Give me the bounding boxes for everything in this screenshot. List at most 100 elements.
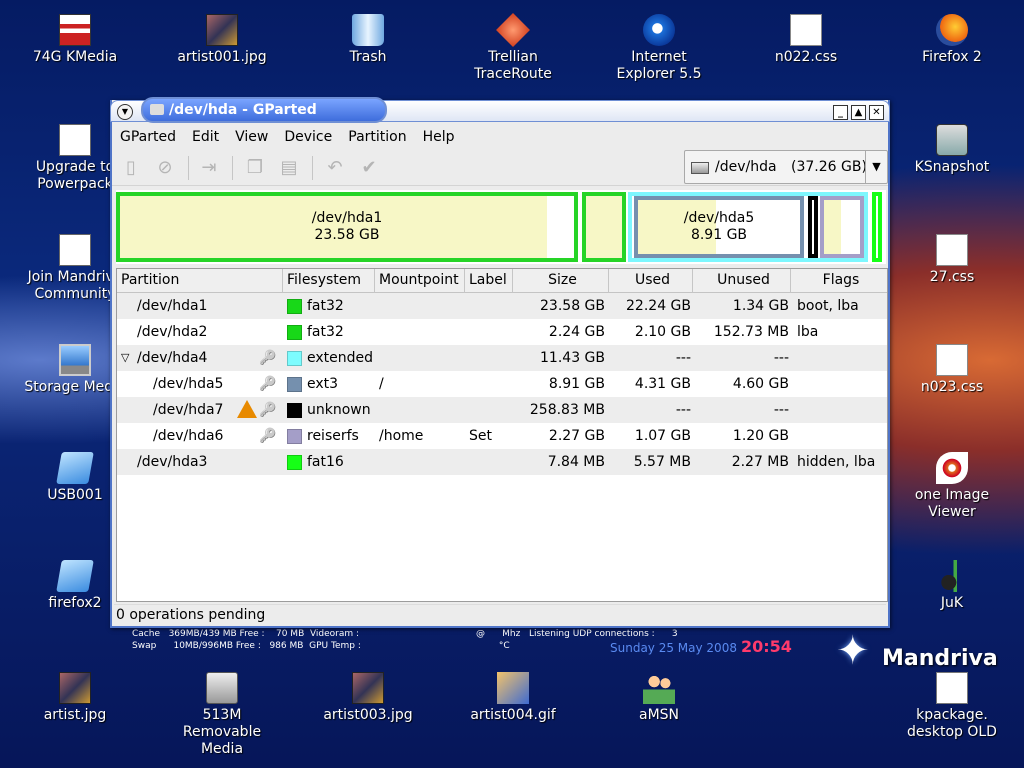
desktop-icon-artist003[interactable]: artist003.jpg [313, 672, 423, 724]
diskmap-hda4-extended[interactable]: /dev/hda5 8.91 GB [628, 192, 868, 262]
desktop-icon-artistjpg[interactable]: artist.jpg [20, 672, 130, 724]
clock-time: 20:54 [740, 637, 792, 656]
minimize-button[interactable]: _ [833, 105, 848, 120]
desktop-icon-label: one Image Viewer [914, 487, 990, 520]
desktop-icon-firefox[interactable]: Firefox 2 [897, 14, 1007, 66]
monitor-icon [59, 344, 91, 376]
diskmap-hda5[interactable]: /dev/hda5 8.91 GB [634, 196, 804, 258]
table-row[interactable]: /dev/hda2 fat32 2.24 GB 2.10 GB 152.73 MB lba [117, 319, 887, 345]
desktop-icon-label: Trash [349, 49, 387, 65]
flags: lba [797, 324, 819, 340]
device-selector[interactable]: /dev/hda (37.26 GB) ▼ [684, 150, 888, 184]
key-icon: 🔑 [259, 350, 277, 366]
maximize-button[interactable]: ▲ [851, 105, 866, 120]
desktop-icon-n023[interactable]: n023.css [897, 344, 1007, 396]
menu-help[interactable]: Help [415, 126, 463, 148]
photo-icon [206, 14, 238, 46]
desktop-icon-usb[interactable]: 74G KMedia [20, 14, 130, 66]
diskmap-hda1-size: 23.58 GB [314, 227, 380, 243]
photo-icon [352, 672, 384, 704]
desktop-icon-artist001[interactable]: artist001.jpg [167, 14, 277, 66]
table-row[interactable]: /dev/hda5 🔑 ext3 / 8.91 GB 4.31 GB 4.60 GB [117, 371, 887, 397]
usb-icon [59, 14, 91, 46]
table-row[interactable]: /dev/hda6 🔑 reiserfs/home Set 2.27 GB 1.07 GB… [117, 423, 887, 449]
folder-icon [56, 452, 94, 484]
size: 23.58 GB [540, 298, 605, 314]
menu-device[interactable]: Device [276, 126, 340, 148]
desktop-icon-label: 27.css [929, 269, 975, 285]
chevron-down-icon[interactable]: ▼ [865, 151, 887, 183]
table-row[interactable]: /dev/hda1 fat32 23.58 GB 22.24 GB 1.34 GB boo… [117, 293, 887, 319]
diskmap-hda2[interactable] [582, 192, 626, 262]
toolbar: ▯ ⊘ ⇥ ❐ ▤ ↶ ✔ /dev/hda (37.26 GB) ▼ [112, 150, 888, 186]
gparted-window: ▼ /dev/hda - GParted _ ▲ ✕ GParted Edit Vi… [110, 97, 890, 628]
status-bar: 0 operations pending [114, 604, 886, 624]
column-partition[interactable]: Partition [117, 269, 283, 293]
size: 2.24 GB [548, 324, 605, 340]
expander-triangle-icon[interactable]: ▽ [121, 345, 133, 371]
desktop-icon-trash[interactable]: Trash [313, 14, 423, 66]
desktop-icon-juk[interactable]: JuK [897, 560, 1007, 612]
resize-move-icon[interactable]: ⇥ [198, 158, 220, 178]
camera-icon [936, 124, 968, 156]
window-menu-button[interactable]: ▼ [117, 104, 133, 120]
key-icon: 🔑 [259, 402, 277, 418]
trash-icon [352, 14, 384, 46]
desktop-icon-ksnapshot[interactable]: KSnapshot [897, 124, 1007, 176]
desktop-icon-ie[interactable]: Internet Explorer 5.5 [604, 14, 714, 83]
diskmap-hda1-name: /dev/hda1 [311, 210, 383, 226]
device-name: /dev/hda [715, 159, 777, 175]
diskmap-hda3[interactable] [872, 192, 882, 262]
close-button[interactable]: ✕ [869, 105, 884, 120]
column-label[interactable]: Label [465, 269, 513, 293]
desktop-icon-label: artist001.jpg [177, 49, 267, 65]
table-row[interactable]: /dev/hda3 fat16 7.84 MB 5.57 MB 2.27 MB hidde… [117, 449, 887, 475]
filesystem: fat16 [307, 454, 344, 470]
menu-edit[interactable]: Edit [184, 126, 227, 148]
column-used[interactable]: Used [609, 269, 693, 293]
people-icon [643, 672, 675, 704]
gif-icon [497, 672, 529, 704]
desktop-icon-label: aMSN [638, 707, 680, 723]
copy-icon[interactable]: ❐ [244, 158, 266, 178]
column-size[interactable]: Size [513, 269, 609, 293]
diskmap-hda1[interactable]: /dev/hda1 23.58 GB [116, 192, 578, 262]
column-filesystem[interactable]: Filesystem [283, 269, 375, 293]
table-header: Partition Filesystem Mountpoint Label Si… [117, 269, 887, 293]
used: 5.57 MB [633, 454, 691, 470]
desktop-icon-n022[interactable]: n022.css [751, 14, 861, 66]
column-flags[interactable]: Flags [791, 269, 887, 293]
desktop-icon-removable[interactable]: 513M Removable Media [167, 672, 277, 758]
desktop-icon-kpackage[interactable]: kpackage. desktop OLD [897, 672, 1007, 741]
delete-partition-icon[interactable]: ⊘ [154, 158, 176, 178]
unused: 4.60 GB [732, 376, 789, 392]
new-partition-icon[interactable]: ▯ [120, 158, 142, 178]
table-row[interactable]: ▽/dev/hda4 🔑 extended 11.43 GB --- --- [117, 345, 887, 371]
table-row[interactable]: /dev/hda7 🔑 unknown 258.83 MB --- --- [117, 397, 887, 423]
window-titlebar[interactable]: ▼ /dev/hda - GParted _ ▲ ✕ [110, 97, 890, 123]
menu-bar: GParted Edit View Device Partition Help [112, 126, 888, 148]
diskmap-hda5-name: /dev/hda5 [683, 210, 755, 226]
desktop-icon-trellian[interactable]: Trellian TraceRoute [458, 13, 568, 83]
column-unused[interactable]: Unused [693, 269, 791, 293]
desktop-icon-imageviewer[interactable]: one Image Viewer [897, 452, 1007, 521]
desktop-icon-amsn[interactable]: aMSN [604, 672, 714, 724]
menu-view[interactable]: View [227, 126, 276, 148]
unused: --- [773, 402, 789, 418]
apply-icon[interactable]: ✔ [358, 158, 380, 178]
paste-icon[interactable]: ▤ [278, 158, 300, 178]
column-mountpoint[interactable]: Mountpoint [375, 269, 465, 293]
menu-partition[interactable]: Partition [340, 126, 414, 148]
menu-gparted[interactable]: GParted [112, 126, 184, 148]
diskmap-hda6[interactable] [820, 196, 864, 258]
desktop-icon-label: 513M Removable Media [182, 707, 262, 757]
desktop-icon-artist004[interactable]: artist004.gif [458, 672, 568, 724]
desktop-icon-css27[interactable]: 27.css [897, 234, 1007, 286]
diskmap-hda7[interactable] [808, 196, 818, 258]
partition-table: Partition Filesystem Mountpoint Label Si… [116, 268, 888, 602]
filesystem: fat32 [307, 298, 344, 314]
window-title: /dev/hda - GParted [141, 97, 387, 123]
undo-icon[interactable]: ↶ [324, 158, 346, 178]
desktop-icon-label: Internet Explorer 5.5 [616, 49, 702, 82]
desktop-clock: Sunday 25 May 2008 20:54 [610, 637, 792, 656]
